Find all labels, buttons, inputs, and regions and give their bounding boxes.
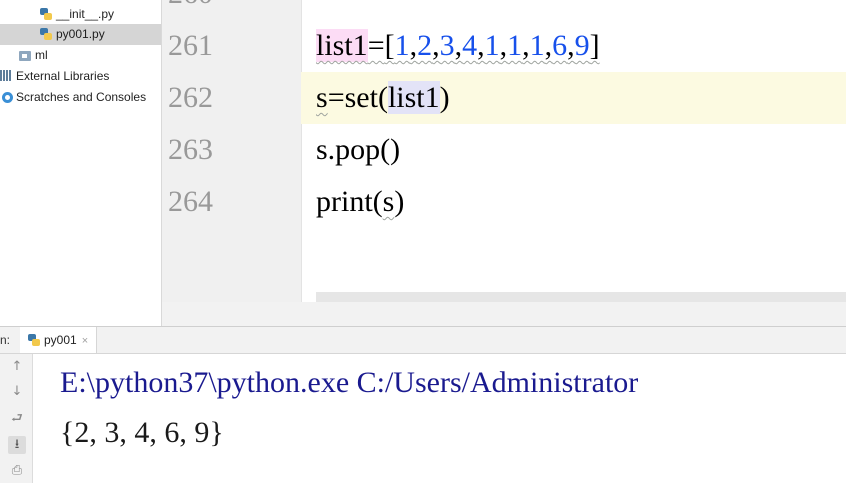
library-icon [0,70,12,81]
run-tab-py001[interactable]: py001 × [20,327,98,353]
list-comma: , [477,29,485,62]
list-number-literal: 3 [439,29,455,62]
tree-item-py001[interactable]: py001.py [0,24,161,45]
list-number-literal: 1 [394,29,410,62]
run-tab-bar: n: py001 × [0,327,846,354]
line-number: 263 [168,133,213,166]
code-line-261[interactable]: 261 list1=[1,2,3,4,1,1,1,6,9] [162,20,846,72]
list-comma: , [454,29,463,62]
tree-item-init-py[interactable]: __init__.py [40,4,114,25]
tree-item-label: py001.py [56,27,105,41]
list-number-literal: 6 [552,29,568,62]
python-file-icon [40,28,52,40]
variable-list1: list1 [316,29,368,62]
code-editor[interactable]: 260 261 list1=[1,2,3,4,1,1,1,6,9] 262 s=… [162,0,846,326]
list-comma: , [499,29,508,62]
tree-item-label: External Libraries [16,69,110,83]
python-file-icon [28,334,40,346]
list-number-literal: 1 [507,29,523,62]
code-line-262[interactable]: 262 s=set(list1) [162,72,846,124]
run-label: n: [0,333,11,347]
folder-icon [19,51,31,61]
list-number-literal: 1 [484,29,500,62]
run-toolbar: ↑ ↓ ⮐ ⭳ ⎙ [0,354,33,483]
console-command-line: E:\python37\python.exe C:/Users/Administ… [60,366,639,399]
tree-item-label: Scratches and Consoles [16,90,147,104]
code-text[interactable]: print(s) [316,176,404,228]
code-text[interactable]: list1=[1,2,3,4,1,1,1,6,9] [316,20,600,72]
code-text[interactable]: s=set(list1) [316,72,450,124]
line-number: 261 [168,29,213,62]
arrow-up-icon[interactable]: ↑ [8,358,26,376]
console-result-line: {2, 3, 4, 6, 9} [60,416,224,449]
list-comma: , [409,29,418,62]
list-literal-items: 1,2,3,4,1,1,1,6,9 [395,29,590,62]
tree-item-scratches[interactable]: Scratches and Consoles [2,87,146,108]
list-number-literal: 9 [574,29,590,62]
line-number: 260 [168,0,288,20]
list-comma: , [432,29,440,62]
tree-item-label: ml [35,48,48,62]
close-icon[interactable]: × [82,335,88,347]
arrow-down-icon[interactable]: ↓ [8,383,26,401]
run-tab-label: py001 [44,333,77,347]
list-number-literal: 2 [417,29,433,62]
project-tree: __init__.py py001.py ml External Librari… [0,0,162,326]
python-file-icon [40,8,52,20]
editor-bottom-area [162,302,846,326]
list-comma: , [544,29,553,62]
tree-item-ml[interactable]: ml [19,45,48,66]
list-number-literal: 1 [529,29,545,62]
scratches-icon [2,92,13,103]
line-number: 264 [168,185,213,218]
soft-wrap-icon[interactable]: ⮐ [8,410,26,428]
line-number: 262 [162,72,301,124]
list-number-literal: 4 [462,29,478,62]
run-tool-window: n: py001 × ↑ ↓ ⮐ ⭳ ⎙ E:\python37\python.e… [0,326,846,483]
code-text[interactable]: s.pop() [316,124,400,176]
code-line-264[interactable]: 264 print(s) [162,176,846,228]
horizontal-scrollbar[interactable] [316,292,846,302]
list-comma: , [567,29,575,62]
code-line-260[interactable]: 260 [162,0,846,20]
tree-item-external-libraries[interactable]: External Libraries [0,66,109,87]
list-comma: , [522,29,530,62]
console-output[interactable]: E:\python37\python.exe C:/Users/Administ… [60,357,846,477]
code-line-263[interactable]: 263 s.pop() [162,124,846,176]
tree-item-label: __init__.py [56,7,115,21]
reference-list1: list1 [387,81,440,114]
scroll-to-end-icon[interactable]: ⭳ [8,436,26,454]
print-icon[interactable]: ⎙ [8,462,26,480]
